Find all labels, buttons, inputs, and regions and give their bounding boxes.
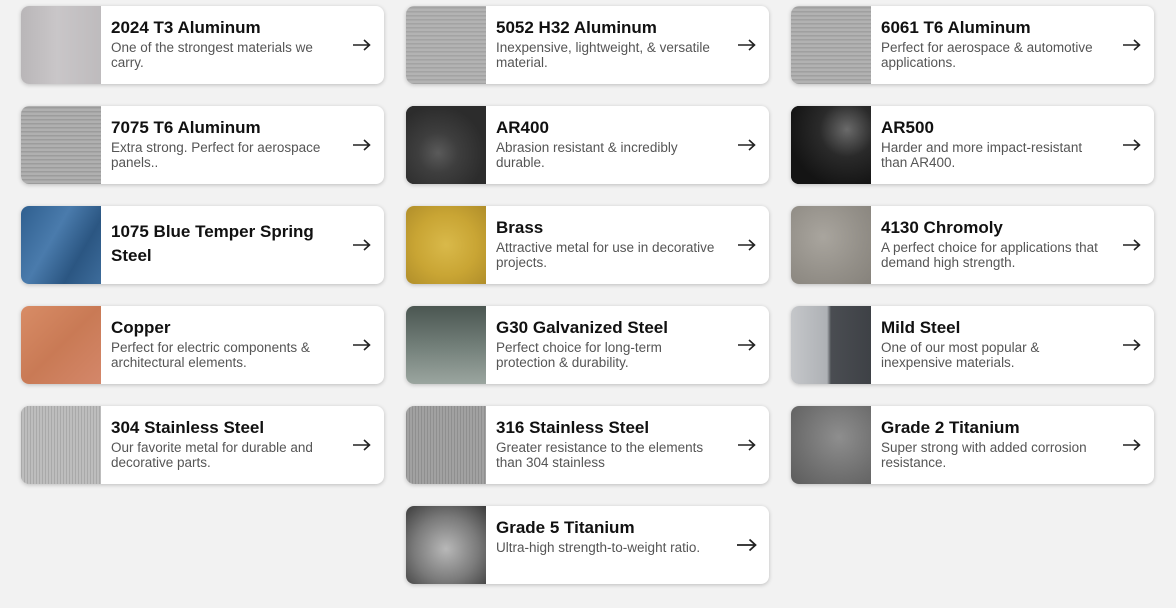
material-swatch [21, 6, 101, 84]
arrow-right-icon[interactable] [725, 406, 769, 484]
material-description: Ultra-high strength-to-weight ratio. [496, 540, 701, 555]
material-description: Perfect for electric components & archit… [111, 340, 310, 370]
arrow-right-icon[interactable] [1110, 406, 1154, 484]
material-swatch [406, 506, 486, 584]
material-description: A perfect choice for applications that d… [881, 240, 1098, 270]
material-title: Grade 2 Titanium [881, 418, 1020, 437]
arrow-right-icon[interactable] [725, 106, 769, 184]
arrow-right-icon[interactable] [725, 306, 769, 384]
arrow-right-icon[interactable] [340, 6, 384, 84]
material-swatch [791, 106, 871, 184]
material-description: Extra strong. Perfect for aerospace pane… [111, 140, 321, 170]
material-title: 316 Stainless Steel [496, 418, 650, 437]
arrow-right-icon[interactable] [1110, 106, 1154, 184]
materials-grid: 2024 T3 Aluminum One of the strongest mat… [0, 0, 1176, 608]
material-card-5052-h32-aluminum[interactable]: 5052 H32 Aluminum Inexpensive, lightweigh… [406, 6, 769, 84]
material-swatch [21, 206, 101, 284]
material-card-grade-5-titanium[interactable]: Grade 5 Titanium Ultra-high strength-to-w… [406, 506, 769, 584]
material-description: Inexpensive, lightweight, & versatile ma… [496, 40, 710, 70]
material-title: 1075 Blue Temper Spring Steel [111, 222, 314, 265]
material-description: One of the strongest materials we carry. [111, 40, 313, 70]
arrow-right-icon[interactable] [725, 506, 769, 584]
material-title: 7075 T6 Aluminum [111, 118, 261, 137]
material-description: Harder and more impact-resistant than AR… [881, 140, 1083, 170]
arrow-right-icon[interactable] [340, 306, 384, 384]
material-card-7075-t6-aluminum[interactable]: 7075 T6 Aluminum Extra strong. Perfect fo… [21, 106, 384, 184]
material-description: Super strong with added corrosion resist… [881, 440, 1087, 470]
material-title: G30 Galvanized Steel [496, 318, 668, 337]
material-title: AR500 [881, 118, 934, 137]
material-swatch [406, 306, 486, 384]
arrow-right-icon[interactable] [1110, 6, 1154, 84]
material-card-ar400[interactable]: AR400 Abrasion resistant & incredibly dur… [406, 106, 769, 184]
material-card-grade-2-titanium[interactable]: Grade 2 Titanium Super strong with added … [791, 406, 1154, 484]
material-card-ar500[interactable]: AR500 Harder and more impact-resistant th… [791, 106, 1154, 184]
material-swatch [406, 106, 486, 184]
arrow-right-icon[interactable] [725, 6, 769, 84]
material-description: Our favorite metal for durable and decor… [111, 440, 313, 470]
arrow-right-icon[interactable] [340, 106, 384, 184]
material-swatch [406, 406, 486, 484]
material-card-6061-t6-aluminum[interactable]: 6061 T6 Aluminum Perfect for aerospace & … [791, 6, 1154, 84]
material-card-316-stainless-steel[interactable]: 316 Stainless Steel Greater resistance to… [406, 406, 769, 484]
material-swatch [791, 206, 871, 284]
material-title: Mild Steel [881, 318, 961, 337]
arrow-right-icon[interactable] [1110, 306, 1154, 384]
material-card-4130-chromoly[interactable]: 4130 Chromoly A perfect choice for applic… [791, 206, 1154, 284]
material-description: Greater resistance to the elements than … [496, 440, 704, 470]
material-swatch [21, 406, 101, 484]
material-card-304-stainless-steel[interactable]: 304 Stainless Steel Our favorite metal fo… [21, 406, 384, 484]
material-swatch [406, 6, 486, 84]
material-description: Perfect choice for long-term protection … [496, 340, 662, 370]
material-title: Copper [111, 318, 171, 337]
material-card-2024-t3-aluminum[interactable]: 2024 T3 Aluminum One of the strongest mat… [21, 6, 384, 84]
arrow-right-icon[interactable] [1110, 206, 1154, 284]
material-description: Perfect for aerospace & automotive appli… [881, 40, 1093, 70]
material-title: Grade 5 Titanium [496, 518, 635, 537]
arrow-right-icon[interactable] [340, 406, 384, 484]
arrow-right-icon[interactable] [725, 206, 769, 284]
material-title: 5052 H32 Aluminum [496, 18, 657, 37]
material-card-mild-steel[interactable]: Mild Steel One of our most popular & inex… [791, 306, 1154, 384]
material-swatch [791, 406, 871, 484]
material-title: 4130 Chromoly [881, 218, 1003, 237]
material-card-1075-blue-temper-spring-steel[interactable]: 1075 Blue Temper Spring Steel [21, 206, 384, 284]
material-title: 2024 T3 Aluminum [111, 18, 261, 37]
material-card-g30-galvanized-steel[interactable]: G30 Galvanized Steel Perfect choice for l… [406, 306, 769, 384]
material-title: 304 Stainless Steel [111, 418, 265, 437]
material-swatch [21, 306, 101, 384]
material-card-copper[interactable]: Copper Perfect for electric components & … [21, 306, 384, 384]
material-title: Brass [496, 218, 544, 237]
material-swatch [406, 206, 486, 284]
material-swatch [21, 106, 101, 184]
material-title: 6061 T6 Aluminum [881, 18, 1031, 37]
material-title: AR400 [496, 118, 549, 137]
material-description: One of our most popular & inexpensive ma… [881, 340, 1040, 370]
material-swatch [791, 306, 871, 384]
material-swatch [791, 6, 871, 84]
arrow-right-icon[interactable] [340, 206, 384, 284]
material-description: Attractive metal for use in decorative p… [496, 240, 715, 270]
material-card-brass[interactable]: Brass Attractive metal for use in decorat… [406, 206, 769, 284]
material-description: Abrasion resistant & incredibly durable. [496, 140, 678, 170]
